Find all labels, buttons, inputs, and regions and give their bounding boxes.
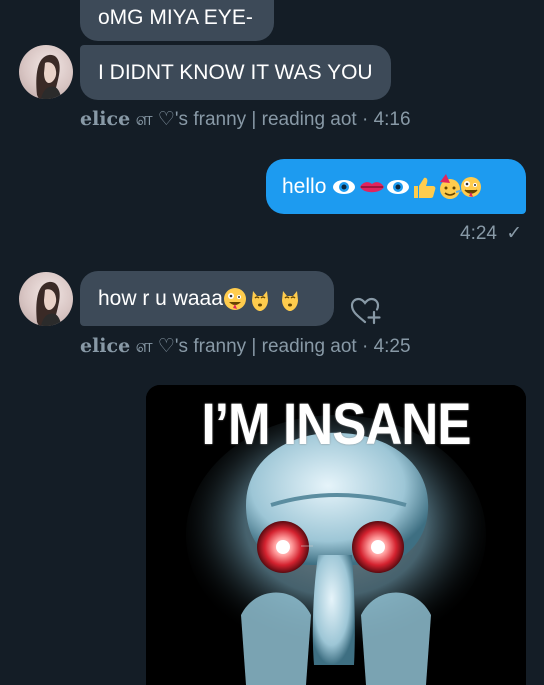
message-bubble[interactable]: oMG MIYA EYE-: [80, 0, 274, 41]
message-text: I DIDNT KNOW IT WAS YOU: [98, 60, 373, 84]
message-text: oMG MIYA EYE-: [98, 5, 253, 29]
message-time: 4:24: [460, 223, 497, 244]
avatar-portrait-icon: [36, 281, 61, 326]
avatar[interactable]: [19, 272, 73, 326]
meme-caption: I’M INSANE: [201, 392, 471, 457]
message-meta: elice ள ♡'s franny | reading aot · 4:25: [80, 335, 411, 360]
avatar[interactable]: [19, 45, 73, 99]
meme-image[interactable]: I’M INSANE: [146, 385, 526, 685]
avatar-portrait-icon: [36, 54, 61, 99]
sender-status-and-time: ள ♡'s franny | reading aot · 4:16: [135, 109, 411, 130]
react-button[interactable]: [349, 295, 381, 327]
message-bubble[interactable]: I DIDNT KNOW IT WAS YOU: [80, 45, 391, 100]
message-text: hello: [282, 174, 333, 198]
sender-status-and-time: ள ♡'s franny | reading aot · 4:25: [135, 336, 411, 357]
message-text: how r u waaa: [98, 286, 223, 310]
sender-name: elice: [80, 108, 131, 130]
message-status: 4:24 ✓: [460, 222, 522, 245]
emoji-sequence-icon: [223, 287, 298, 311]
message-bubble[interactable]: how r u waaa: [80, 271, 334, 326]
message-meta: elice ள ♡'s franny | reading aot · 4:16: [80, 108, 411, 133]
message-bubble-outgoing[interactable]: hello: [266, 159, 526, 214]
sender-name: elice: [80, 335, 131, 357]
delivered-check-icon: ✓: [506, 223, 523, 244]
emoji-sequence-icon: [333, 173, 482, 199]
heart-plus-icon: [350, 297, 381, 325]
